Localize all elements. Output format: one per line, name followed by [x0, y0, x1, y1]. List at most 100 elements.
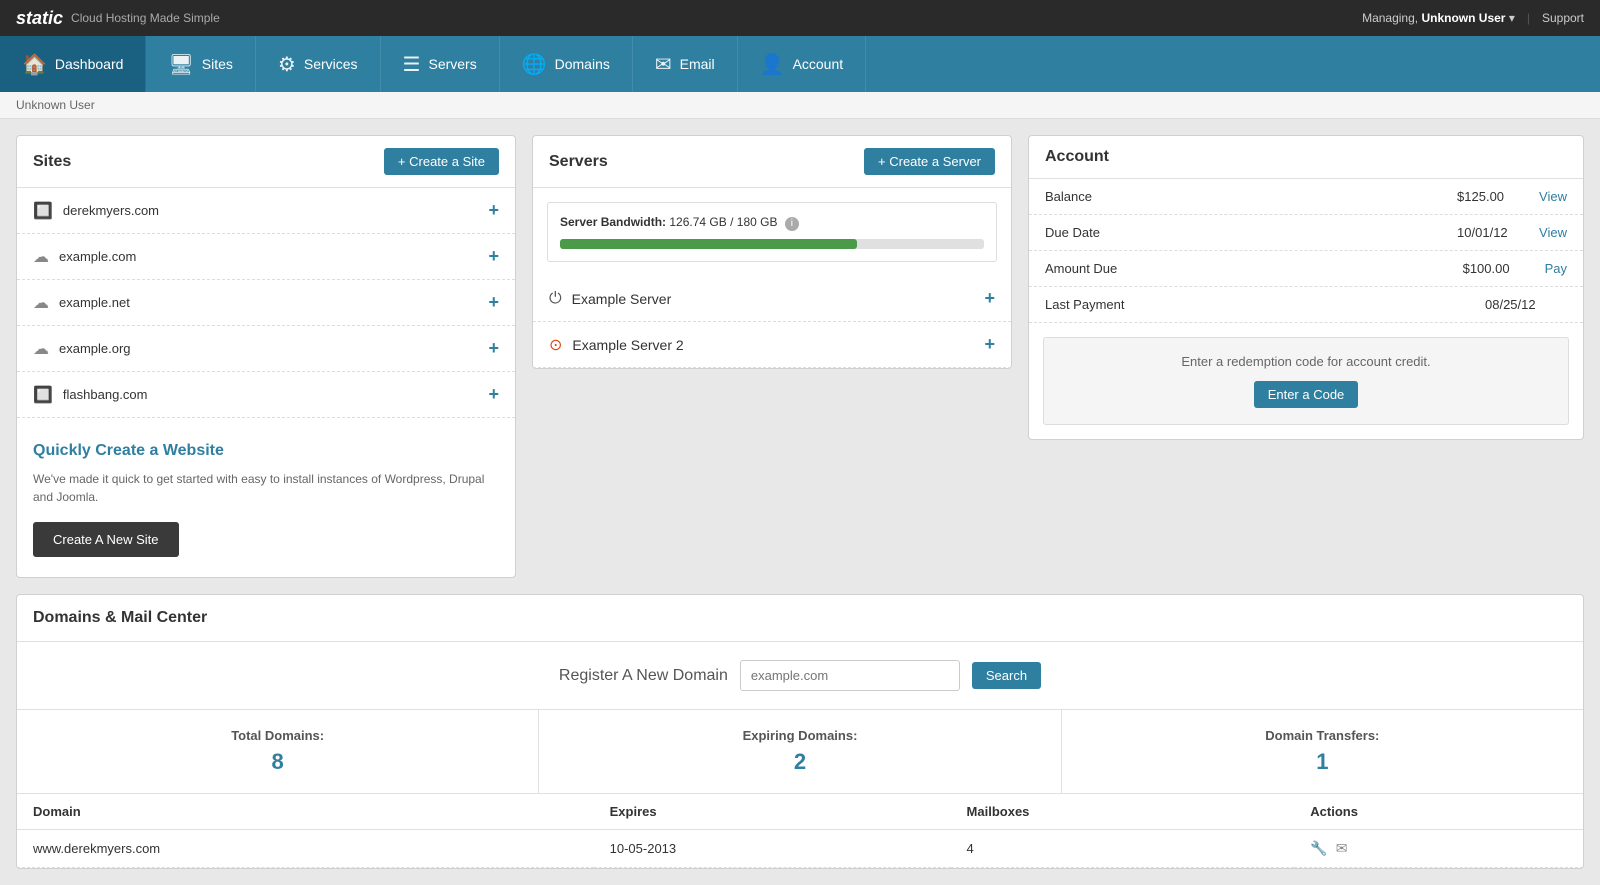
domain-search-button[interactable]: Search — [972, 662, 1041, 689]
navbar: 🏠 Dashboard 🖥 Sites ⚙ Services ☰ Servers… — [0, 36, 1600, 92]
quick-create-desc: We've made it quick to get started with … — [33, 470, 499, 506]
nav-item-email[interactable]: ✉ Email — [633, 36, 738, 92]
account-panel-header: Account — [1029, 136, 1583, 179]
sites-panel-header: Sites + Create a Site — [17, 136, 515, 188]
topbar: static Cloud Hosting Made Simple Managin… — [0, 0, 1600, 36]
server-name: Example Server — [572, 291, 672, 307]
enter-code-button[interactable]: Enter a Code — [1254, 381, 1359, 408]
breadcrumb: Unknown User — [0, 92, 1600, 119]
table-row: www.derekmyers.com 10-05-2013 4 🔧 ✉ — [17, 830, 1583, 868]
nav-item-account[interactable]: 👤 Account — [738, 36, 867, 92]
bandwidth-progress-fill — [560, 239, 857, 249]
nav-item-sites[interactable]: 🖥 Sites — [146, 36, 256, 92]
info-icon[interactable]: i — [785, 217, 799, 231]
balance-value: $125.00 — [1457, 189, 1527, 204]
list-item[interactable]: ☁ example.net + — [17, 280, 515, 326]
col-header-actions: Actions — [1294, 794, 1583, 830]
site-add-icon[interactable]: + — [488, 384, 499, 405]
lastpayment-label: Last Payment — [1045, 297, 1473, 312]
site-name: derekmyers.com — [63, 203, 159, 218]
create-site-button[interactable]: + Create a Site — [384, 148, 499, 175]
list-item[interactable]: ⊙ Example Server 2 + — [533, 322, 1011, 368]
server-add-icon[interactable]: + — [984, 288, 995, 309]
server-add-icon[interactable]: + — [984, 334, 995, 355]
nav-item-domains[interactable]: 🌐 Domains — [500, 36, 633, 92]
brand-logo: static — [16, 8, 63, 29]
brand-tagline: Cloud Hosting Made Simple — [71, 11, 220, 25]
lastpayment-value: 08/25/12 — [1485, 297, 1555, 312]
server-name: Example Server 2 — [572, 337, 683, 353]
list-item[interactable]: ☁ example.com + — [17, 234, 515, 280]
domain-expires-cell: 10-05-2013 — [594, 830, 951, 868]
site-name: example.com — [59, 249, 136, 264]
site-icon: ☁ — [33, 293, 49, 313]
site-add-icon[interactable]: + — [488, 200, 499, 221]
duedate-value: 10/01/12 — [1457, 225, 1527, 240]
stat-expiring-value: 2 — [551, 749, 1048, 775]
stat-total-value: 8 — [29, 749, 526, 775]
balance-view-link[interactable]: View — [1539, 189, 1567, 204]
nav-item-services[interactable]: ⚙ Services — [256, 36, 381, 92]
account-row-duedate: Due Date 10/01/12 View — [1029, 215, 1583, 251]
list-item[interactable]: ⏻ Example Server + — [533, 276, 1011, 322]
mail-icon[interactable]: ✉ — [1336, 840, 1348, 857]
power-icon: ⏻ — [549, 290, 562, 308]
create-server-button[interactable]: + Create a Server — [864, 148, 995, 175]
account-panel-title: Account — [1045, 148, 1109, 166]
bandwidth-label: Server Bandwidth: 126.74 GB / 180 GB i — [560, 215, 984, 231]
stat-transfers-value: 1 — [1074, 749, 1571, 775]
create-new-site-button[interactable]: Create A New Site — [33, 522, 179, 557]
nav-label-domains: Domains — [555, 56, 610, 72]
redemption-text: Enter a redemption code for account cred… — [1060, 354, 1552, 369]
domain-search-input[interactable] — [740, 660, 960, 691]
site-icon: 🔲 — [33, 385, 53, 405]
nav-label-servers: Servers — [428, 56, 476, 72]
account-icon: 👤 — [760, 52, 785, 77]
domain-table: Domain Expires Mailboxes Actions www.der… — [17, 794, 1583, 868]
duedate-view-link[interactable]: View — [1539, 225, 1567, 240]
wrench-icon[interactable]: 🔧 — [1310, 840, 1327, 857]
domains-icon: 🌐 — [522, 52, 547, 77]
col-header-domain: Domain — [17, 794, 594, 830]
nav-item-dashboard[interactable]: 🏠 Dashboard — [0, 36, 146, 92]
nav-item-servers[interactable]: ☰ Servers — [381, 36, 500, 92]
topbar-right: Managing, Unknown User ▾ | Support — [1362, 11, 1584, 25]
domain-register: Register A New Domain Search — [17, 642, 1583, 710]
nav-label-email: Email — [680, 56, 715, 72]
site-add-icon[interactable]: + — [488, 292, 499, 313]
stat-expiring-domains: Expiring Domains: 2 — [539, 710, 1061, 793]
list-item[interactable]: ☁ example.org + — [17, 326, 515, 372]
stat-expiring-label: Expiring Domains: — [551, 728, 1048, 743]
col-header-expires: Expires — [594, 794, 951, 830]
nav-label-services: Services — [304, 56, 358, 72]
servers-icon: ☰ — [403, 52, 421, 77]
stat-total-domains: Total Domains: 8 — [17, 710, 539, 793]
domain-actions-cell: 🔧 ✉ — [1294, 830, 1583, 868]
site-icon: 🔲 — [33, 201, 53, 221]
services-icon: ⚙ — [278, 52, 296, 77]
account-row-amountdue: Amount Due $100.00 Pay — [1029, 251, 1583, 287]
managing-label: Managing, Unknown User ▾ — [1362, 11, 1515, 25]
register-label: Register A New Domain — [559, 667, 728, 685]
amountdue-pay-link[interactable]: Pay — [1545, 261, 1567, 276]
domain-stats: Total Domains: 8 Expiring Domains: 2 Dom… — [17, 710, 1583, 794]
stat-domain-transfers: Domain Transfers: 1 — [1062, 710, 1583, 793]
site-icon: ☁ — [33, 247, 49, 267]
sites-panel: Sites + Create a Site 🔲 derekmyers.com +… — [16, 135, 516, 578]
ubuntu-icon: ⊙ — [549, 335, 562, 355]
domains-section: Domains & Mail Center Register A New Dom… — [16, 594, 1584, 869]
site-add-icon[interactable]: + — [488, 338, 499, 359]
site-name: example.org — [59, 341, 131, 356]
domain-mailboxes-cell: 4 — [951, 830, 1295, 868]
servers-panel: Servers + Create a Server Server Bandwid… — [532, 135, 1012, 369]
site-add-icon[interactable]: + — [488, 246, 499, 267]
site-name: example.net — [59, 295, 130, 310]
site-icon: ☁ — [33, 339, 49, 359]
bandwidth-progress-bg — [560, 239, 984, 249]
redemption-box: Enter a redemption code for account cred… — [1043, 337, 1569, 425]
support-link[interactable]: Support — [1542, 11, 1584, 25]
list-item[interactable]: 🔲 flashbang.com + — [17, 372, 515, 418]
nav-label-sites: Sites — [202, 56, 233, 72]
account-row-lastpayment: Last Payment 08/25/12 — [1029, 287, 1583, 323]
list-item[interactable]: 🔲 derekmyers.com + — [17, 188, 515, 234]
